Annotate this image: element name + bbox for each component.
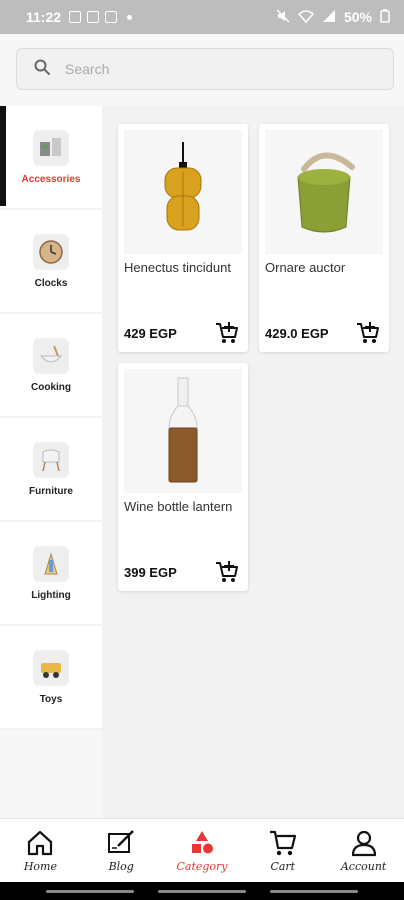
category-item-cooking[interactable]: Cooking (0, 314, 102, 418)
nav-item-blog[interactable]: Blog (81, 819, 162, 882)
stool-icon (265, 130, 383, 254)
search-icon (33, 58, 51, 81)
product-card[interactable]: Henectus tincidunt 429 EGP (118, 124, 248, 352)
category-item-accessories[interactable]: Accessories (0, 106, 102, 210)
product-name: Henectus tincidunt (124, 260, 231, 275)
status-time: 11:22 (26, 9, 62, 25)
pendant-lamp-icon (124, 130, 242, 254)
blog-icon (108, 830, 135, 853)
toy-icon (33, 649, 69, 686)
chair-icon (33, 441, 69, 478)
add-to-cart-icon (216, 561, 238, 582)
add-to-cart-icon (216, 322, 238, 343)
telegram-icon (87, 11, 100, 23)
search-input[interactable] (65, 61, 365, 77)
cooking-icon (33, 337, 69, 374)
product-price: 429.0 EGP (265, 326, 329, 341)
product-card[interactable]: Ornare auctor 429.0 EGP (259, 124, 389, 352)
wifi-icon (297, 9, 315, 26)
mute-icon (276, 8, 290, 26)
category-label: Furniture (29, 485, 73, 497)
home-icon (28, 830, 53, 856)
more-notifications-icon (127, 14, 133, 20)
add-to-cart-button[interactable] (214, 320, 240, 346)
category-label: Accessories (21, 173, 81, 185)
nav-label: Cart (270, 860, 296, 873)
nav-item-cart[interactable]: Cart (242, 819, 323, 882)
add-to-cart-button[interactable] (355, 320, 381, 346)
category-label: Cooking (31, 381, 71, 393)
product-card[interactable]: Wine bottle lantern 399 EGP (118, 363, 248, 591)
product-name: Ornare auctor (265, 260, 346, 275)
category-item-furniture[interactable]: Furniture (0, 418, 102, 522)
signal-icon (322, 9, 336, 26)
notification-icon (105, 11, 118, 23)
add-to-cart-button[interactable] (214, 559, 240, 585)
accessories-icon (33, 129, 69, 166)
product-price: 429 EGP (124, 326, 177, 341)
nav-label: Home (23, 860, 57, 873)
clock-icon (33, 233, 69, 270)
battery-icon (380, 8, 390, 26)
search-bar[interactable] (16, 48, 394, 90)
nav-item-home[interactable]: Home (0, 819, 81, 882)
header (0, 34, 404, 106)
nav-label: Category (176, 860, 228, 873)
gallery-icon (69, 11, 82, 23)
category-label: Lighting (31, 589, 71, 601)
nav-label: Account (340, 860, 387, 873)
nav-item-account[interactable]: Account (323, 819, 404, 882)
product-price: 399 EGP (124, 565, 177, 580)
category-label: Toys (39, 693, 63, 705)
category-item-lighting[interactable]: Lighting (0, 522, 102, 626)
bottom-nav: Home Blog Category Cart Account (0, 818, 404, 882)
category-item-toys[interactable]: Toys (0, 626, 102, 730)
account-icon (351, 830, 376, 857)
category-item-clocks[interactable]: Clocks (0, 210, 102, 314)
category-icon (191, 831, 213, 854)
product-name: Wine bottle lantern (124, 499, 233, 514)
status-bar: 11:22 50% (0, 0, 404, 34)
category-label: Clocks (34, 277, 68, 289)
add-to-cart-icon (357, 322, 379, 343)
cart-icon (269, 830, 296, 856)
nav-label: Blog (108, 860, 134, 873)
battery-percent: 50% (343, 9, 372, 25)
lamp-icon (33, 545, 69, 582)
nav-item-category[interactable]: Category (162, 819, 243, 882)
bottle-lantern-icon (124, 369, 242, 493)
system-gesture-bar (0, 882, 404, 900)
category-sidebar: Accessories Clocks Cooking Furniture Lig… (0, 106, 102, 818)
